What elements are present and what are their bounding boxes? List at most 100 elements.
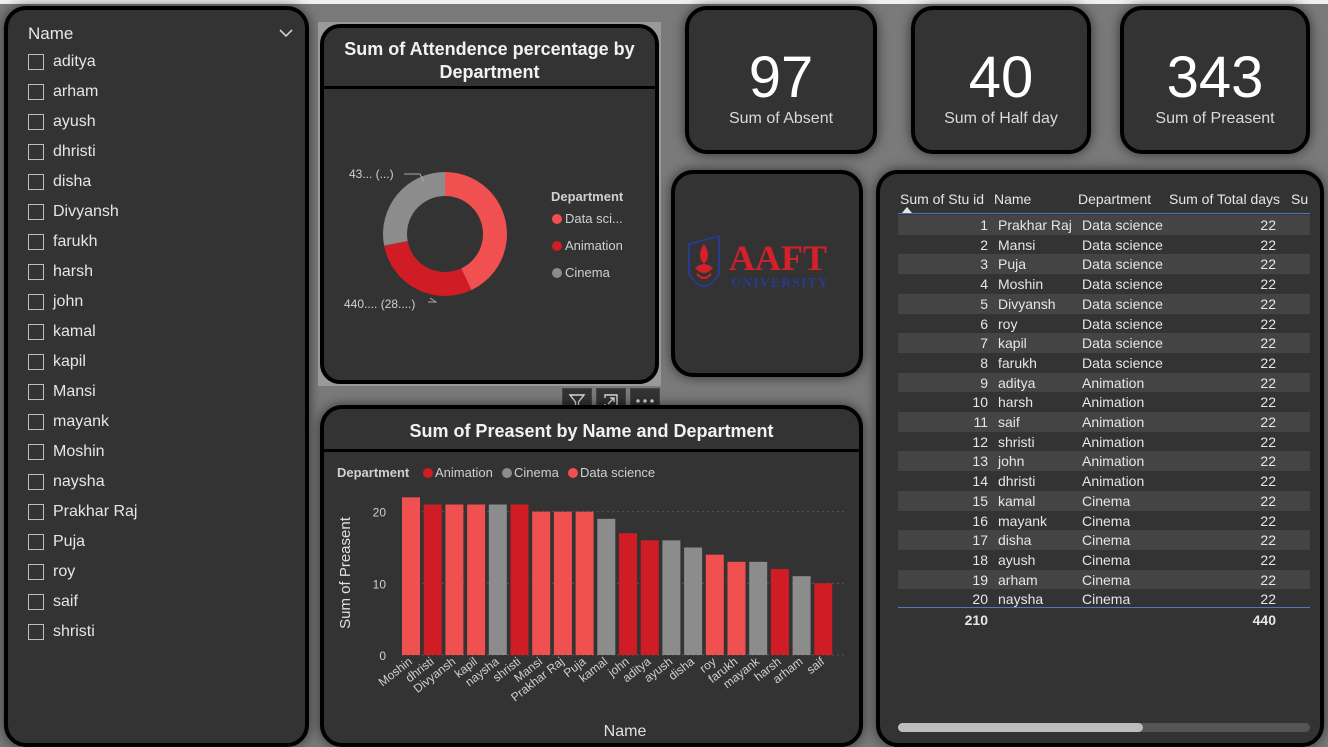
- slicer-item[interactable]: john: [28, 290, 83, 314]
- checkbox[interactable]: [28, 594, 44, 610]
- table-row[interactable]: 13 john Animation 22: [898, 451, 1310, 472]
- present-bar-chart-card: Sum of Preasent by Name and Department D…: [320, 405, 863, 747]
- checkbox[interactable]: [28, 564, 44, 580]
- table-row[interactable]: 5 Divyansh Data science 22: [898, 293, 1310, 314]
- slicer-item[interactable]: Divyansh: [28, 200, 119, 224]
- slicer-item[interactable]: Prakhar Raj: [28, 500, 137, 524]
- legend-marker: [552, 241, 562, 251]
- slicer-item[interactable]: farukh: [28, 230, 97, 254]
- table-row[interactable]: 10 harsh Animation 22: [898, 392, 1310, 412]
- checkbox[interactable]: [28, 384, 44, 400]
- col-header-department[interactable]: Department: [1078, 191, 1151, 207]
- checkbox[interactable]: [28, 474, 44, 490]
- donut-slice[interactable]: [383, 172, 445, 246]
- bar[interactable]: [792, 576, 811, 655]
- table-row[interactable]: 14 dhristi Animation 22: [898, 471, 1310, 491]
- slicer-item[interactable]: naysha: [28, 470, 105, 494]
- checkbox[interactable]: [28, 414, 44, 430]
- bar[interactable]: [684, 547, 703, 656]
- table-row[interactable]: 18 ayush Cinema 22: [898, 550, 1310, 570]
- table-row[interactable]: 17 disha Cinema 22: [898, 530, 1310, 550]
- table-row[interactable]: 2 Mansi Data science 22: [898, 235, 1310, 255]
- bar[interactable]: [467, 504, 486, 656]
- student-table-card: Sum of Stu id Name Department Sum of Tot…: [876, 170, 1324, 747]
- slicer-item[interactable]: Mansi: [28, 380, 96, 404]
- slicer-item[interactable]: harsh: [28, 260, 93, 284]
- bar[interactable]: [510, 504, 529, 656]
- checkbox[interactable]: [28, 174, 44, 190]
- table-row[interactable]: 3 Puja Data science 22: [898, 254, 1310, 275]
- bar[interactable]: [532, 511, 551, 655]
- checkbox[interactable]: [28, 354, 44, 370]
- slicer-item[interactable]: dhristi: [28, 140, 96, 164]
- bar[interactable]: [705, 554, 724, 655]
- table-row[interactable]: 12 shristi Animation 22: [898, 432, 1310, 452]
- bar[interactable]: [575, 511, 594, 655]
- bar[interactable]: [770, 569, 789, 655]
- bar[interactable]: [553, 511, 572, 655]
- x-tick-label: disha: [666, 654, 697, 683]
- table-row[interactable]: 8 farukh Data science 22: [898, 353, 1310, 373]
- slicer-header[interactable]: Name: [28, 24, 293, 46]
- table-row[interactable]: 19 arham Cinema 22: [898, 569, 1310, 590]
- checkbox[interactable]: [28, 504, 44, 520]
- bar[interactable]: [814, 583, 833, 655]
- table-row[interactable]: 6 roy Data science 22: [898, 314, 1310, 334]
- bar[interactable]: [402, 497, 420, 655]
- slicer-item[interactable]: roy: [28, 560, 75, 584]
- slicer-item[interactable]: aditya: [28, 50, 96, 74]
- chevron-down-icon[interactable]: [279, 28, 293, 38]
- bar[interactable]: [488, 504, 507, 656]
- legend-marker: [552, 268, 562, 278]
- slicer-item[interactable]: shristi: [28, 620, 95, 644]
- slicer-item[interactable]: mayank: [28, 410, 109, 434]
- slicer-item[interactable]: kamal: [28, 320, 96, 344]
- table-row[interactable]: 1 Prakhar Raj Data science 22: [898, 215, 1310, 235]
- table-row[interactable]: 7 kapil Data science 22: [898, 333, 1310, 353]
- cell-total-days: 22: [1260, 473, 1276, 490]
- slicer-item[interactable]: Puja: [28, 530, 85, 554]
- donut-slice[interactable]: [384, 241, 472, 296]
- table-row[interactable]: 15 kamal Cinema 22: [898, 490, 1310, 511]
- bar[interactable]: [727, 561, 746, 655]
- total-rule: [898, 607, 1310, 608]
- checkbox[interactable]: [28, 204, 44, 220]
- checkbox[interactable]: [28, 444, 44, 460]
- horizontal-scrollbar[interactable]: [898, 723, 1310, 732]
- bar[interactable]: [749, 561, 768, 655]
- table-row[interactable]: 11 saif Animation 22: [898, 412, 1310, 432]
- checkbox[interactable]: [28, 234, 44, 250]
- col-header-total-days[interactable]: Sum of Total days: [1169, 191, 1280, 207]
- checkbox[interactable]: [28, 534, 44, 550]
- bar-chart-title: Sum of Preasent by Name and Department: [409, 421, 774, 441]
- bar[interactable]: [445, 504, 464, 656]
- checkbox[interactable]: [28, 54, 44, 70]
- table-row[interactable]: 16 mayank Cinema 22: [898, 511, 1310, 531]
- bar[interactable]: [640, 540, 659, 655]
- checkbox[interactable]: [28, 324, 44, 340]
- slicer-item[interactable]: saif: [28, 590, 78, 614]
- checkbox[interactable]: [28, 114, 44, 130]
- kpi-value: 40: [968, 45, 1034, 110]
- table-row[interactable]: 9 aditya Animation 22: [898, 372, 1310, 393]
- slicer-item[interactable]: disha: [28, 170, 91, 194]
- slicer-item[interactable]: kapil: [28, 350, 86, 374]
- slicer-item[interactable]: Moshin: [28, 440, 105, 464]
- checkbox[interactable]: [28, 624, 44, 640]
- scrollbar-thumb[interactable]: [898, 723, 1143, 732]
- checkbox[interactable]: [28, 264, 44, 280]
- slicer-item[interactable]: ayush: [28, 110, 96, 134]
- table-row[interactable]: 4 Moshin Data science 22: [898, 274, 1310, 294]
- checkbox[interactable]: [28, 144, 44, 160]
- col-header-name[interactable]: Name: [994, 191, 1031, 207]
- checkbox[interactable]: [28, 84, 44, 100]
- slicer-item[interactable]: arham: [28, 80, 98, 104]
- bar[interactable]: [597, 518, 616, 655]
- slicer-item-label: Divyansh: [53, 203, 119, 220]
- bar[interactable]: [423, 504, 442, 656]
- checkbox[interactable]: [28, 294, 44, 310]
- col-header-truncated[interactable]: Su: [1291, 191, 1308, 207]
- bar[interactable]: [662, 540, 681, 655]
- col-header-stu-id[interactable]: Sum of Stu id: [900, 191, 984, 207]
- bar[interactable]: [619, 533, 637, 655]
